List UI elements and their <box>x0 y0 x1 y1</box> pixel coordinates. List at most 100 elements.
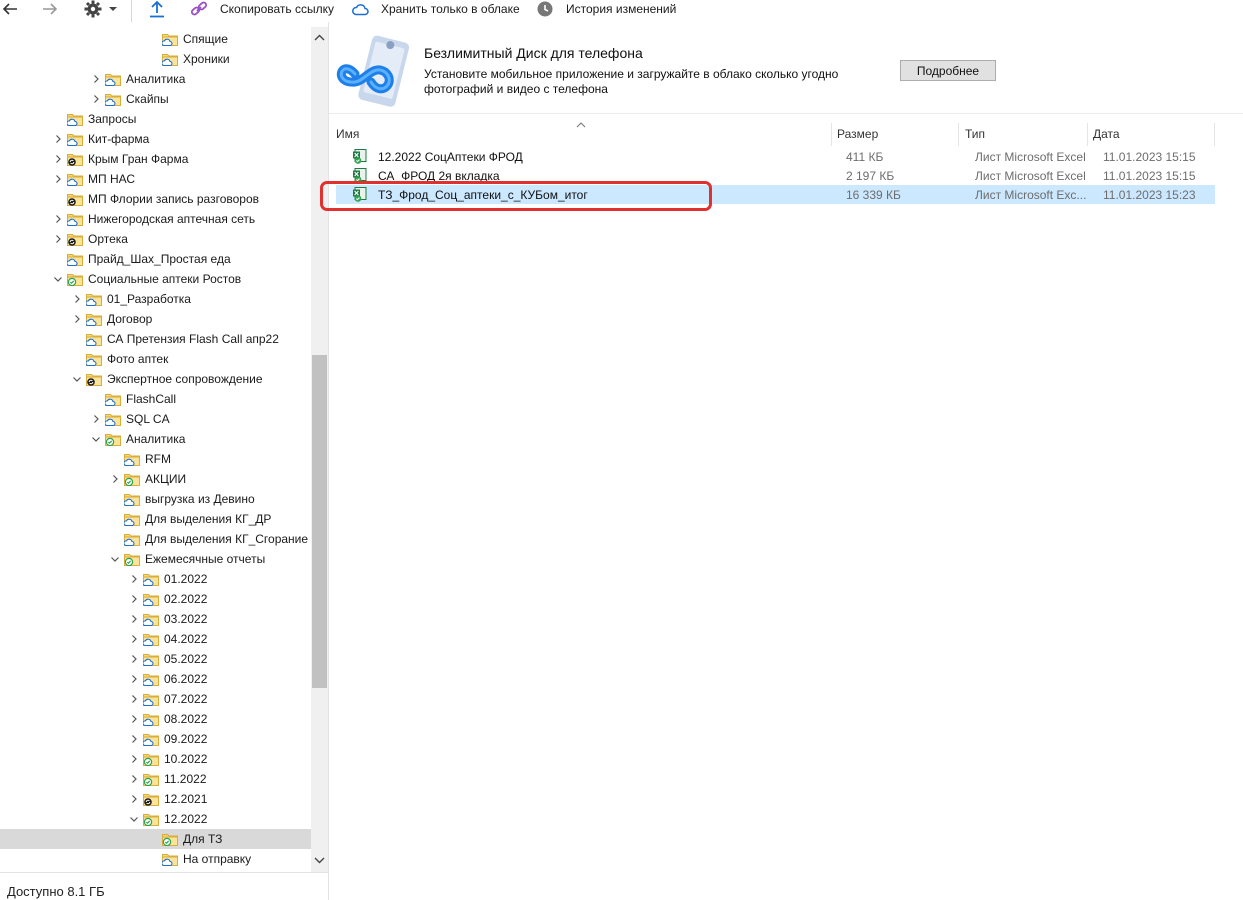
tree-item[interactable]: Для ТЗ <box>0 829 311 849</box>
chevron-right-icon[interactable] <box>128 593 140 605</box>
tree-item[interactable]: RFM <box>0 449 311 469</box>
tree-item[interactable]: 11.2022 <box>0 769 311 789</box>
chevron-right-icon[interactable] <box>128 653 140 665</box>
tree-item[interactable]: 12.2022 <box>0 809 311 829</box>
tree-item[interactable]: Для выделения КГ_Сгорание <box>0 529 311 549</box>
cloud-icon <box>352 4 369 16</box>
tree-item[interactable]: Аналитика <box>0 69 311 89</box>
tree-item[interactable]: 02.2022 <box>0 589 311 609</box>
tree-item-label: FlashCall <box>126 392 177 406</box>
tree-item[interactable]: Договор <box>0 309 311 329</box>
chevron-right-icon[interactable] <box>128 713 140 725</box>
tree-item[interactable]: 04.2022 <box>0 629 311 649</box>
chevron-right-icon[interactable] <box>128 573 140 585</box>
chevron-right-icon[interactable] <box>128 673 140 685</box>
chevron-down-icon[interactable] <box>109 553 121 565</box>
tree-item[interactable]: Экспертное сопровождение <box>0 369 311 389</box>
scroll-down-icon <box>314 857 325 864</box>
column-header-type[interactable]: Тип <box>965 127 985 141</box>
tree-item-label: Аналитика <box>126 432 186 446</box>
chevron-right-icon[interactable] <box>128 633 140 645</box>
folder-icon <box>67 194 83 206</box>
tree-item-label: 06.2022 <box>164 672 208 686</box>
tree-item[interactable]: 08.2022 <box>0 709 311 729</box>
cloud-only-button[interactable]: Хранить только в облаке <box>351 0 520 18</box>
tree-item[interactable]: Фото аптек <box>0 349 311 369</box>
tree-item[interactable]: Крым Гран Фарма <box>0 149 311 169</box>
tree-item[interactable]: АКЦИИ <box>0 469 311 489</box>
chevron-right-icon[interactable] <box>109 473 121 485</box>
chevron-right-icon[interactable] <box>128 793 140 805</box>
back-button[interactable] <box>2 0 18 18</box>
tree-item[interactable]: 03.2022 <box>0 609 311 629</box>
tree-item[interactable]: 06.2022 <box>0 669 311 689</box>
column-divider[interactable] <box>1214 123 1215 146</box>
column-divider[interactable] <box>831 123 832 146</box>
forward-button[interactable] <box>42 0 58 18</box>
chevron-right-icon[interactable] <box>52 233 64 245</box>
tree-item[interactable]: СА Претензия Flash Call апр22 <box>0 329 311 349</box>
chevron-right-icon[interactable] <box>71 293 83 305</box>
tree-item[interactable]: Хроники <box>0 49 311 69</box>
tree-item[interactable]: Социальные аптеки Ростов <box>0 269 311 289</box>
tree-item[interactable]: Кит-фарма <box>0 129 311 149</box>
column-header-date[interactable]: Дата <box>1093 127 1120 141</box>
tree-item[interactable]: МП НАС <box>0 169 311 189</box>
tree-item-label: 03.2022 <box>164 612 208 626</box>
chevron-right-icon[interactable] <box>128 693 140 705</box>
tree-scrollbar[interactable] <box>311 27 328 872</box>
chevron-right-icon[interactable] <box>71 313 83 325</box>
upload-icon <box>150 0 164 18</box>
pane-divider[interactable] <box>328 22 329 900</box>
settings-button[interactable] <box>84 0 118 18</box>
chevron-right-icon[interactable] <box>128 773 140 785</box>
chevron-right-icon[interactable] <box>128 613 140 625</box>
chevron-right-icon[interactable] <box>52 173 64 185</box>
tree-item[interactable]: Спящие <box>0 29 311 49</box>
learn-more-button[interactable]: Подробнее <box>900 60 996 81</box>
tree-item[interactable]: Нижегородская аптечная сеть <box>0 209 311 229</box>
tree-item[interactable]: 05.2022 <box>0 649 311 669</box>
tree-item[interactable]: SQL CA <box>0 409 311 429</box>
file-row[interactable]: 12.2022 СоцАптеки ФРОД 411 КБ Лист Microso… <box>336 147 1215 166</box>
tree-item[interactable]: FlashCall <box>0 389 311 409</box>
upload-button[interactable] <box>149 0 165 18</box>
chevron-right-icon[interactable] <box>128 753 140 765</box>
tree-item[interactable]: выгрузка из Девино <box>0 489 311 509</box>
tree-item[interactable]: 07.2022 <box>0 689 311 709</box>
chevron-right-icon[interactable] <box>52 213 64 225</box>
column-header-name[interactable]: Имя <box>336 127 359 141</box>
column-divider[interactable] <box>1087 123 1088 146</box>
tree-item[interactable]: Скайпы <box>0 89 311 109</box>
tree-item-label: Запросы <box>88 112 137 126</box>
tree-item[interactable]: Ежемесячные отчеты <box>0 549 311 569</box>
chevron-down-icon[interactable] <box>90 433 102 445</box>
tree-item[interactable]: Ортека <box>0 229 311 249</box>
chevron-right-icon[interactable] <box>128 733 140 745</box>
tree-scroll-thumb[interactable] <box>312 355 327 688</box>
chevron-right-icon[interactable] <box>52 133 64 145</box>
history-button[interactable]: История изменений <box>537 0 676 18</box>
column-header-size[interactable]: Размер <box>837 127 878 141</box>
tree-item[interactable]: Запросы <box>0 109 311 129</box>
chevron-down-icon[interactable] <box>52 273 64 285</box>
chevron-down-icon[interactable] <box>128 813 140 825</box>
chevron-right-icon[interactable] <box>90 413 102 425</box>
tree-item[interactable]: На отправку <box>0 849 311 869</box>
chevron-right-icon[interactable] <box>90 93 102 105</box>
chevron-right-icon[interactable] <box>90 73 102 85</box>
tree-item[interactable]: 01.2022 <box>0 569 311 589</box>
column-divider[interactable] <box>958 123 959 146</box>
tree-item[interactable]: 09.2022 <box>0 729 311 749</box>
tree-item[interactable]: 01_Разработка <box>0 289 311 309</box>
tree-item[interactable]: Прайд_Шах_Простая еда <box>0 249 311 269</box>
tree-item[interactable]: 10.2022 <box>0 749 311 769</box>
tree-item[interactable]: Аналитика <box>0 429 311 449</box>
copy-link-button[interactable]: Скопировать ссылку <box>190 0 334 18</box>
tree-item[interactable]: МП Флории запись разговоров <box>0 189 311 209</box>
chevron-down-icon[interactable] <box>71 373 83 385</box>
chevron-right-icon[interactable] <box>52 153 64 165</box>
tree-item[interactable]: Для выделения КГ_ДР <box>0 509 311 529</box>
tree-item[interactable]: 12.2021 <box>0 789 311 809</box>
folder-icon <box>124 534 140 546</box>
